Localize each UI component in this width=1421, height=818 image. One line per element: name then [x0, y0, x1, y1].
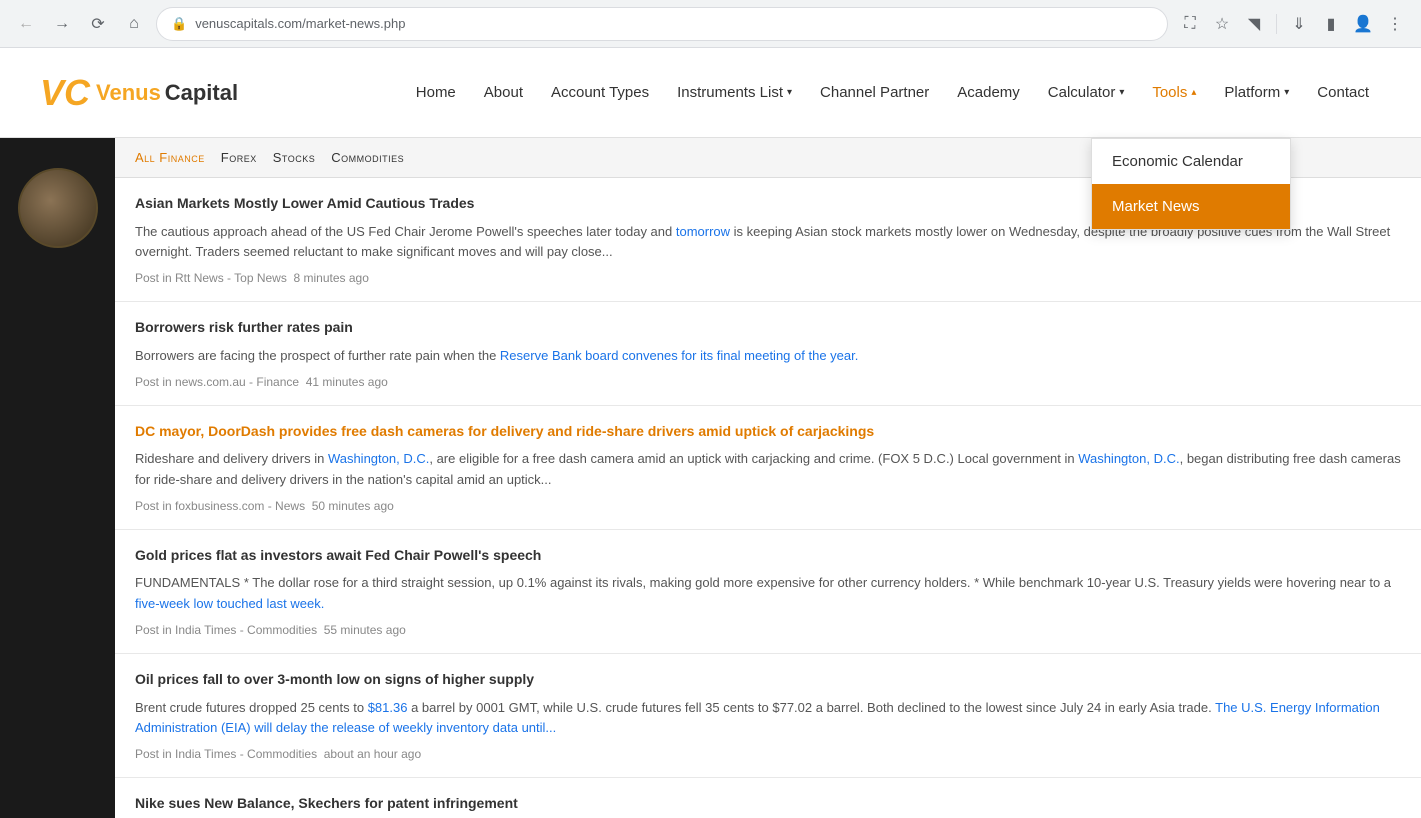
- news-title: Nike sues New Balance, Skechers for pate…: [135, 794, 1401, 814]
- news-meta: Post in India Times - Commodities about …: [135, 747, 1401, 761]
- security-icon: 🔒: [171, 16, 187, 32]
- home-button[interactable]: ⌂: [120, 10, 148, 38]
- main-nav: Home About Account Types Instruments Lis…: [404, 76, 1381, 109]
- chevron-down-icon: ▾: [1119, 87, 1124, 98]
- browser-chrome: ← → ⟳ ⌂ 🔒 venuscapitals.com/market-news.…: [0, 0, 1421, 48]
- device-button[interactable]: ▮: [1317, 10, 1345, 38]
- news-meta: Post in Rtt News - Top News 8 minutes ag…: [135, 271, 1401, 285]
- divider: [1276, 14, 1277, 34]
- logo[interactable]: VC Venus Capital: [40, 72, 238, 114]
- bookmark-button[interactable]: ☆: [1208, 10, 1236, 38]
- news-excerpt: Rideshare and delivery drivers in Washin…: [135, 449, 1401, 491]
- news-link[interactable]: Washington, D.C.: [328, 451, 429, 466]
- news-meta: Post in news.com.au - Finance 41 minutes…: [135, 375, 1401, 389]
- news-link[interactable]: $81.36: [368, 700, 408, 715]
- tools-dropdown: Economic Calendar Market News: [1091, 138, 1291, 230]
- logo-capital-text: Capital: [165, 80, 238, 106]
- nav-channel-partner[interactable]: Channel Partner: [808, 76, 941, 109]
- news-title-link[interactable]: DC mayor, DoorDash provides free dash ca…: [135, 423, 874, 439]
- chevron-down-icon: ▾: [787, 87, 792, 98]
- content-area: All Finance Forex Stocks Commodities Asi…: [115, 138, 1421, 818]
- back-button[interactable]: ←: [12, 10, 40, 38]
- news-link[interactable]: tomorrow: [676, 224, 730, 239]
- news-link[interactable]: Reserve Bank board convenes for its fina…: [500, 348, 858, 363]
- site-header: VC Venus Capital Home About Account Type…: [0, 48, 1421, 138]
- logo-vc-text: VC: [40, 72, 90, 114]
- news-link[interactable]: five-week low touched last week.: [135, 596, 324, 611]
- news-item: DC mayor, DoorDash provides free dash ca…: [115, 406, 1421, 530]
- download-button[interactable]: ⇓: [1285, 10, 1313, 38]
- nav-account-types[interactable]: Account Types: [539, 76, 661, 109]
- filter-all-finance[interactable]: All Finance: [135, 150, 205, 165]
- news-excerpt: Brent crude futures dropped 25 cents to …: [135, 698, 1401, 740]
- news-item: Borrowers risk further rates pain Borrow…: [115, 302, 1421, 405]
- news-title: Oil prices fall to over 3-month low on s…: [135, 670, 1401, 690]
- browser-actions: ⛶ ☆ ◥ ⇓ ▮ 👤 ⋮: [1176, 10, 1409, 38]
- nav-platform[interactable]: Platform ▾: [1212, 76, 1301, 109]
- main-wrapper: All Finance Forex Stocks Commodities Asi…: [0, 138, 1421, 818]
- screenshot-button[interactable]: ⛶: [1176, 10, 1204, 38]
- news-title: Borrowers risk further rates pain: [135, 318, 1401, 338]
- profile-button[interactable]: 👤: [1349, 10, 1377, 38]
- news-item: Oil prices fall to over 3-month low on s…: [115, 654, 1421, 778]
- nav-calculator[interactable]: Calculator ▾: [1036, 76, 1137, 109]
- extensions-button[interactable]: ◥: [1240, 10, 1268, 38]
- chevron-up-icon: ▴: [1191, 87, 1196, 98]
- filter-forex[interactable]: Forex: [221, 150, 257, 165]
- chevron-down-icon: ▾: [1284, 87, 1289, 98]
- address-bar[interactable]: 🔒 venuscapitals.com/market-news.php: [156, 7, 1168, 41]
- news-excerpt: FUNDAMENTALS * The dollar rose for a thi…: [135, 573, 1401, 615]
- news-title: Gold prices flat as investors await Fed …: [135, 546, 1401, 566]
- news-link[interactable]: The U.S. Energy Information Administrati…: [135, 700, 1380, 736]
- forward-button[interactable]: →: [48, 10, 76, 38]
- nav-contact[interactable]: Contact: [1305, 76, 1381, 109]
- news-item: Nike sues New Balance, Skechers for pate…: [115, 778, 1421, 818]
- news-link[interactable]: Washington, D.C.: [1078, 451, 1179, 466]
- url-text: venuscapitals.com/market-news.php: [195, 16, 1153, 31]
- nav-about[interactable]: About: [472, 76, 535, 109]
- reload-button[interactable]: ⟳: [84, 10, 112, 38]
- filter-commodities[interactable]: Commodities: [331, 150, 404, 165]
- nav-home[interactable]: Home: [404, 76, 468, 109]
- news-list-scroll[interactable]: Asian Markets Mostly Lower Amid Cautious…: [115, 178, 1421, 818]
- dropdown-market-news[interactable]: Market News: [1092, 184, 1290, 229]
- nav-instruments-list[interactable]: Instruments List ▾: [665, 76, 804, 109]
- menu-button[interactable]: ⋮: [1381, 10, 1409, 38]
- news-item: Gold prices flat as investors await Fed …: [115, 530, 1421, 654]
- left-sidebar: [0, 138, 115, 818]
- avatar: [18, 168, 98, 248]
- logo-venus-text: Venus: [96, 80, 161, 106]
- news-excerpt: Borrowers are facing the prospect of fur…: [135, 346, 1401, 367]
- news-meta: Post in foxbusiness.com - News 50 minute…: [135, 499, 1401, 513]
- nav-tools[interactable]: Tools ▴: [1140, 76, 1208, 109]
- news-meta: Post in India Times - Commodities 55 min…: [135, 623, 1401, 637]
- news-title: DC mayor, DoorDash provides free dash ca…: [135, 422, 1401, 442]
- dropdown-economic-calendar[interactable]: Economic Calendar: [1092, 139, 1290, 184]
- nav-academy[interactable]: Academy: [945, 76, 1032, 109]
- news-list: Asian Markets Mostly Lower Amid Cautious…: [115, 178, 1421, 818]
- filter-stocks[interactable]: Stocks: [273, 150, 316, 165]
